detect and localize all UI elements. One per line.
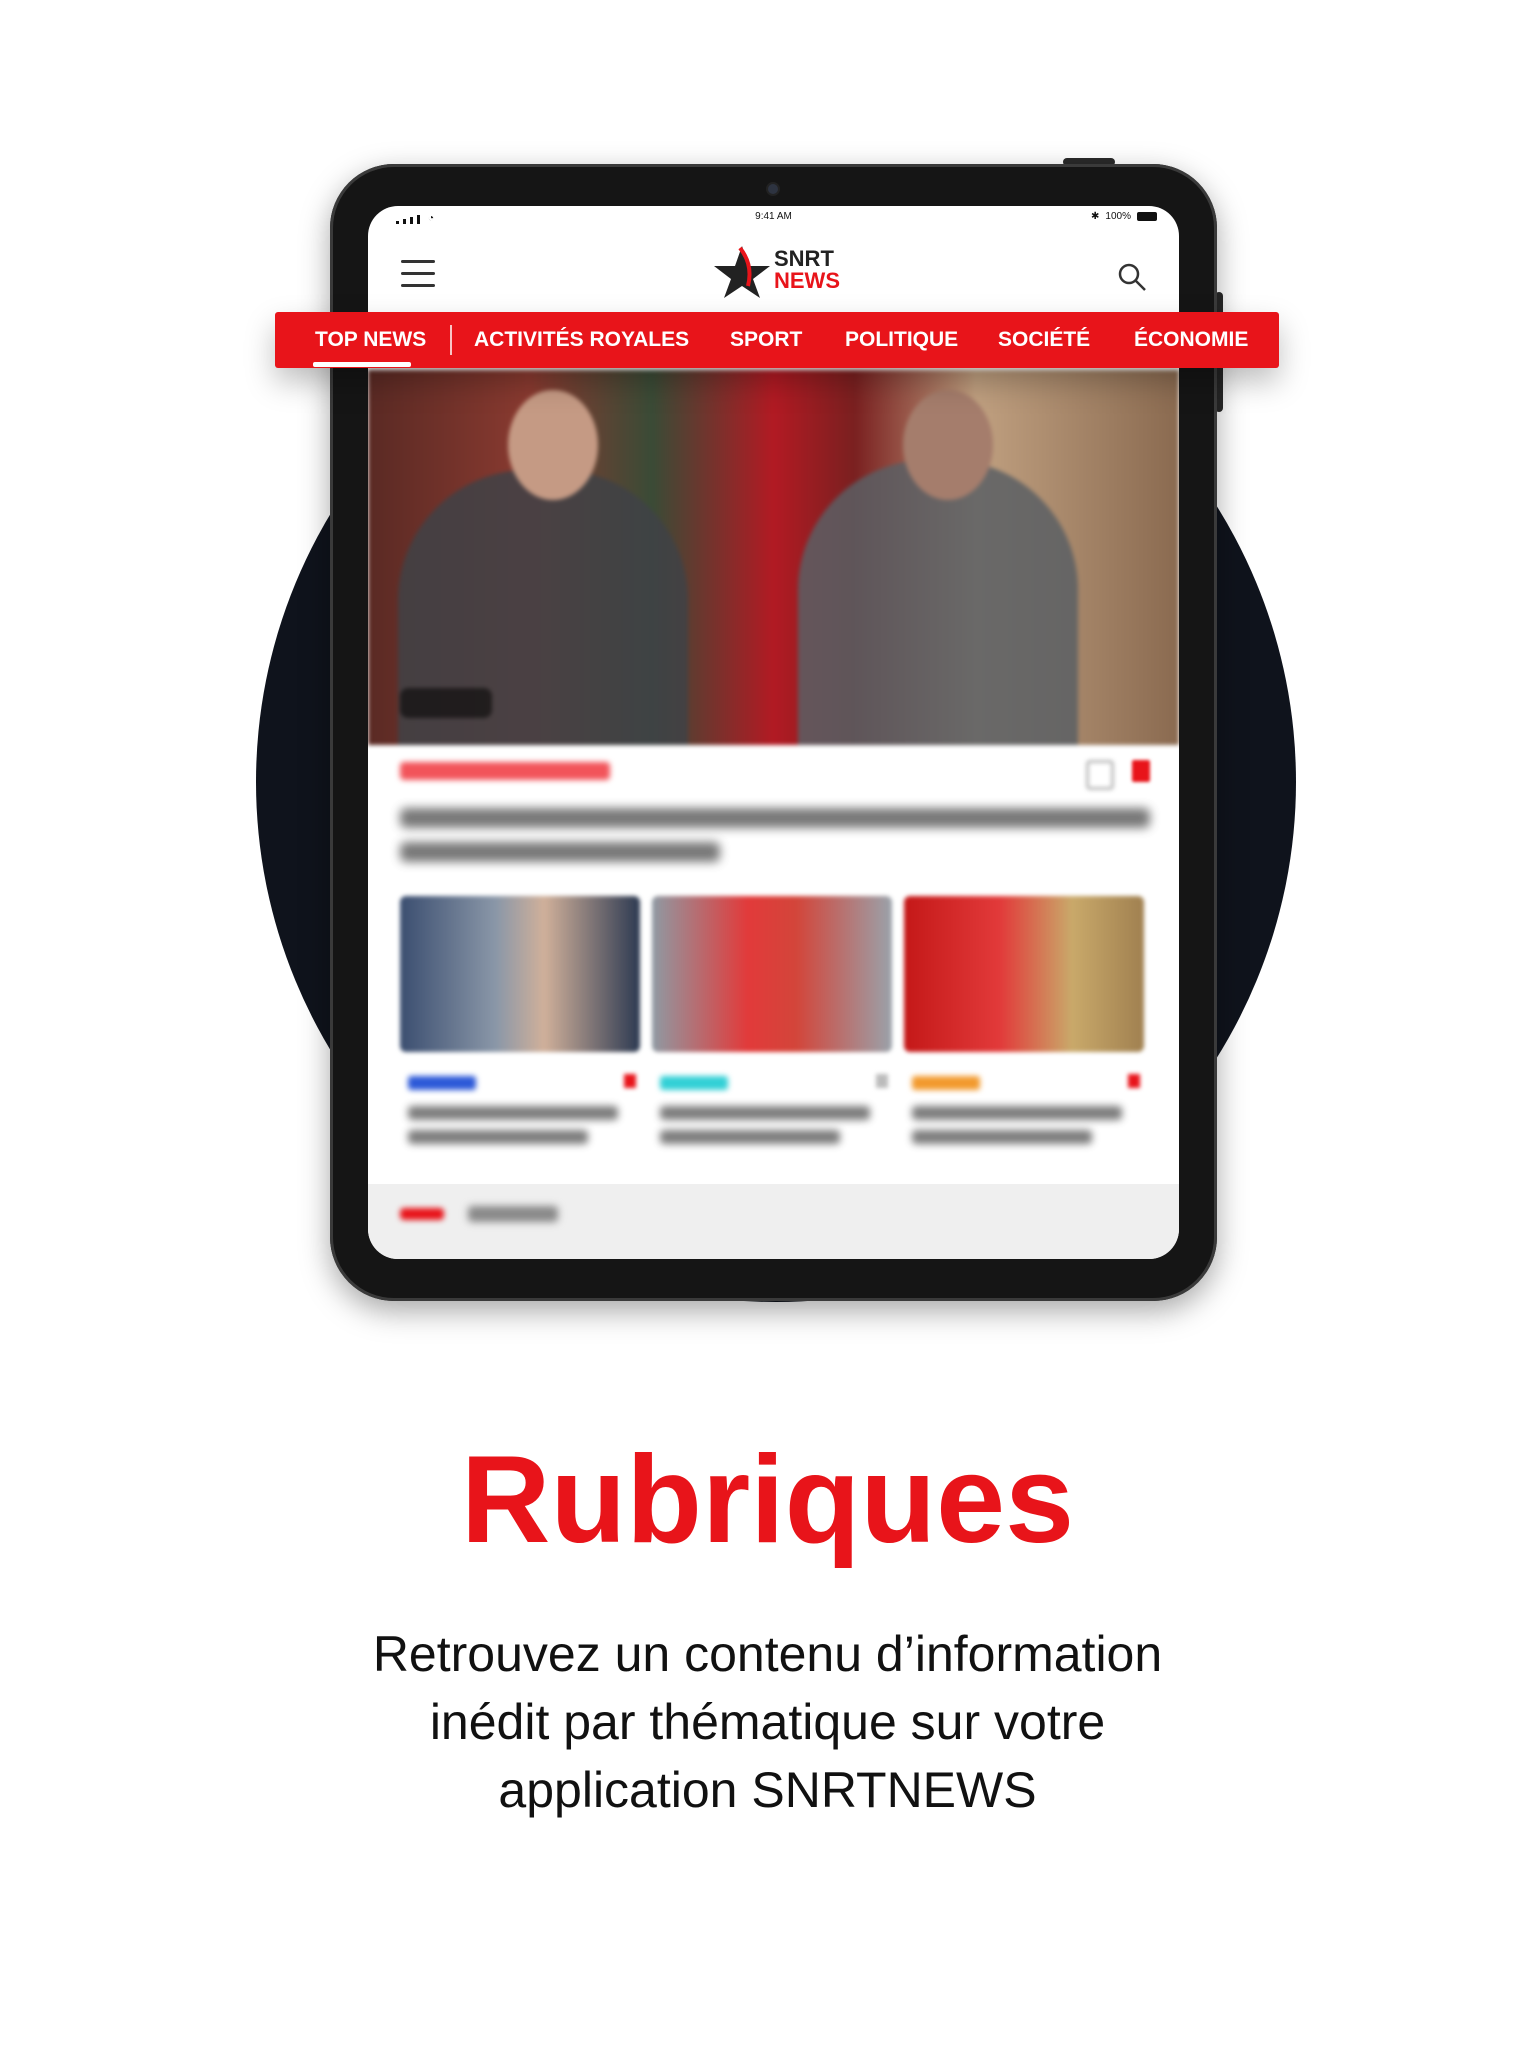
news-card[interactable] [400, 896, 640, 1146]
news-card[interactable] [904, 896, 1144, 1146]
stories-indicator [400, 1208, 444, 1220]
bluetooth-icon: ✱ [1091, 211, 1100, 222]
category-bar: TOP NEWS ACTIVITÉS ROYALES SPORT POLITIQ… [275, 312, 1279, 368]
article-headline[interactable] [400, 808, 1150, 828]
status-time: 9:41 AM [755, 211, 792, 222]
bookmark-icon[interactable] [1132, 760, 1150, 782]
hero-image[interactable] [368, 370, 1179, 745]
image-badge [400, 688, 492, 718]
news-card[interactable] [652, 896, 892, 1146]
menu-icon[interactable] [401, 260, 435, 288]
search-icon[interactable] [1117, 262, 1147, 292]
tab-economie[interactable]: ÉCONOMIE [1134, 312, 1248, 368]
stories-bar[interactable] [368, 1184, 1179, 1259]
promo-description-line: Retrouvez un contenu d’information [372, 1626, 1163, 1682]
promo-description-line: application SNRTNEWS [498, 1762, 1037, 1818]
battery-percent: 100% [1105, 211, 1131, 222]
app-header: SNRT NEWS [368, 230, 1179, 308]
stories-label [468, 1206, 558, 1222]
camera-icon [768, 184, 778, 194]
article-category[interactable] [400, 762, 610, 780]
status-bar: ◔ 9:41 AM ✱ 100% [368, 206, 1179, 230]
tab-top-news[interactable]: TOP NEWS [315, 312, 426, 368]
battery-icon [1137, 212, 1157, 221]
promo-title: Rubriques [460, 1431, 1075, 1569]
article-headline-line2[interactable] [400, 842, 720, 862]
tab-politique[interactable]: POLITIQUE [845, 312, 958, 368]
category-divider [450, 325, 452, 355]
star-logo-icon [714, 246, 770, 298]
tab-sport[interactable]: SPORT [730, 312, 802, 368]
logo-news: NEWS [774, 268, 840, 293]
tab-activites-royales[interactable]: ACTIVITÉS ROYALES [474, 312, 689, 368]
tab-societe[interactable]: SOCIÉTÉ [998, 312, 1090, 368]
active-tab-indicator [313, 362, 411, 367]
promo-description-line: inédit par thématique sur votre [429, 1694, 1106, 1750]
app-logo[interactable]: SNRT NEWS [710, 244, 850, 300]
share-icon[interactable] [1086, 760, 1114, 790]
promo-description: Retrouvez un contenu d’information inédi… [200, 1620, 1335, 1824]
article-meta [400, 758, 1160, 790]
news-cards [400, 896, 1160, 1146]
